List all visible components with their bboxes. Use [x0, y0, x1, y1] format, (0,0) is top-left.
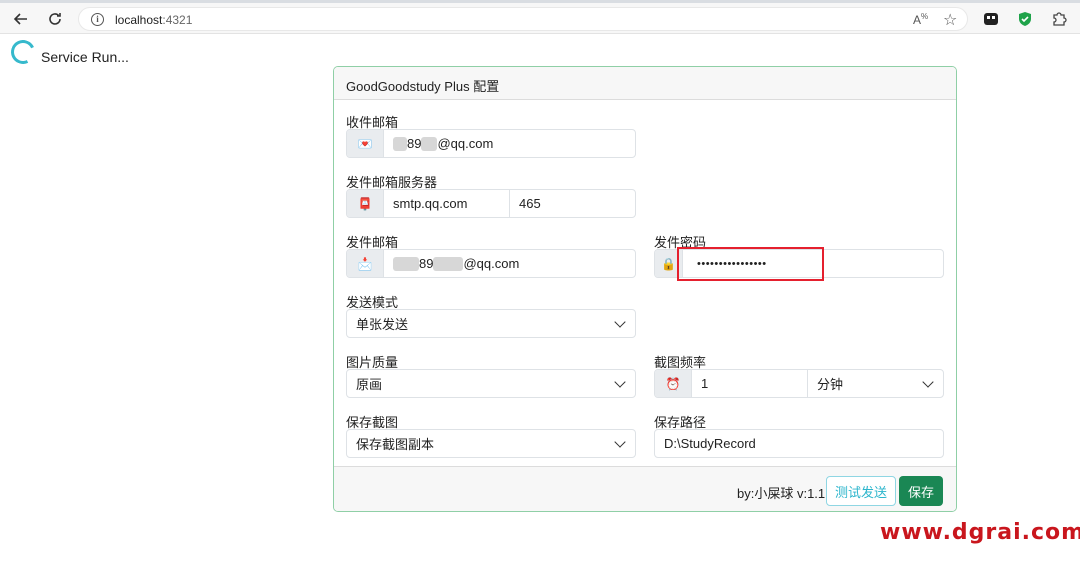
save-shot-select[interactable]: 保存截图副本 — [346, 429, 636, 458]
smtp-group: 📮 smtp.qq.com 465 — [346, 189, 636, 218]
back-arrow-icon[interactable] — [10, 8, 32, 30]
shield-icon[interactable] — [1017, 11, 1033, 27]
chevron-down-icon — [922, 376, 934, 388]
service-status-text: Service Run... — [41, 49, 129, 65]
quality-select[interactable]: 原画 — [346, 369, 636, 398]
reload-icon[interactable] — [44, 8, 66, 30]
watermark: www.dgrai.com — [880, 520, 1080, 545]
chevron-down-icon — [614, 436, 626, 448]
chevron-down-icon — [614, 316, 626, 328]
loading-spinner-icon — [7, 36, 39, 68]
save-button[interactable]: 保存 — [899, 476, 943, 506]
read-aloud-icon[interactable]: A% — [913, 12, 928, 27]
site-info-icon[interactable]: i — [91, 13, 104, 26]
heart-envelope-icon: 💌 — [347, 130, 384, 157]
frequency-unit-select[interactable]: 分钟 — [808, 374, 843, 393]
alarm-clock-icon: ⏰ — [655, 370, 692, 397]
favorite-star-icon[interactable]: ☆ — [943, 10, 957, 30]
send-email-field[interactable]: 📩 89 @qq.com — [346, 249, 636, 278]
card-title: GoodGoodstudy Plus 配置 — [334, 67, 956, 100]
smtp-port-input[interactable]: 465 — [510, 196, 541, 211]
puzzle-extensions-icon[interactable] — [1051, 11, 1067, 27]
smtp-host-input[interactable]: smtp.qq.com — [384, 196, 509, 211]
postbox-icon: 📮 — [347, 190, 384, 217]
address-bar[interactable]: i localhost:4321 A% ☆ — [78, 7, 968, 31]
extension-icon[interactable] — [983, 11, 999, 27]
browser-toolbar: i localhost:4321 A% ☆ — [0, 3, 1080, 34]
frequency-input[interactable]: 1 — [692, 376, 807, 391]
save-path-input[interactable]: D:\StudyRecord — [654, 429, 944, 458]
frequency-group: ⏰ 1 分钟 — [654, 369, 944, 398]
chevron-down-icon — [614, 376, 626, 388]
send-mode-select[interactable]: 单张发送 — [346, 309, 636, 338]
test-send-button[interactable]: 测试发送 — [826, 476, 896, 506]
footer-credit: by:小屎球 v:1.1 — [737, 486, 826, 501]
password-highlight-box — [677, 247, 824, 281]
url-text: localhost:4321 — [115, 13, 193, 27]
envelope-icon: 📩 — [347, 250, 384, 277]
recv-email-field[interactable]: 💌 89 @qq.com — [346, 129, 636, 158]
